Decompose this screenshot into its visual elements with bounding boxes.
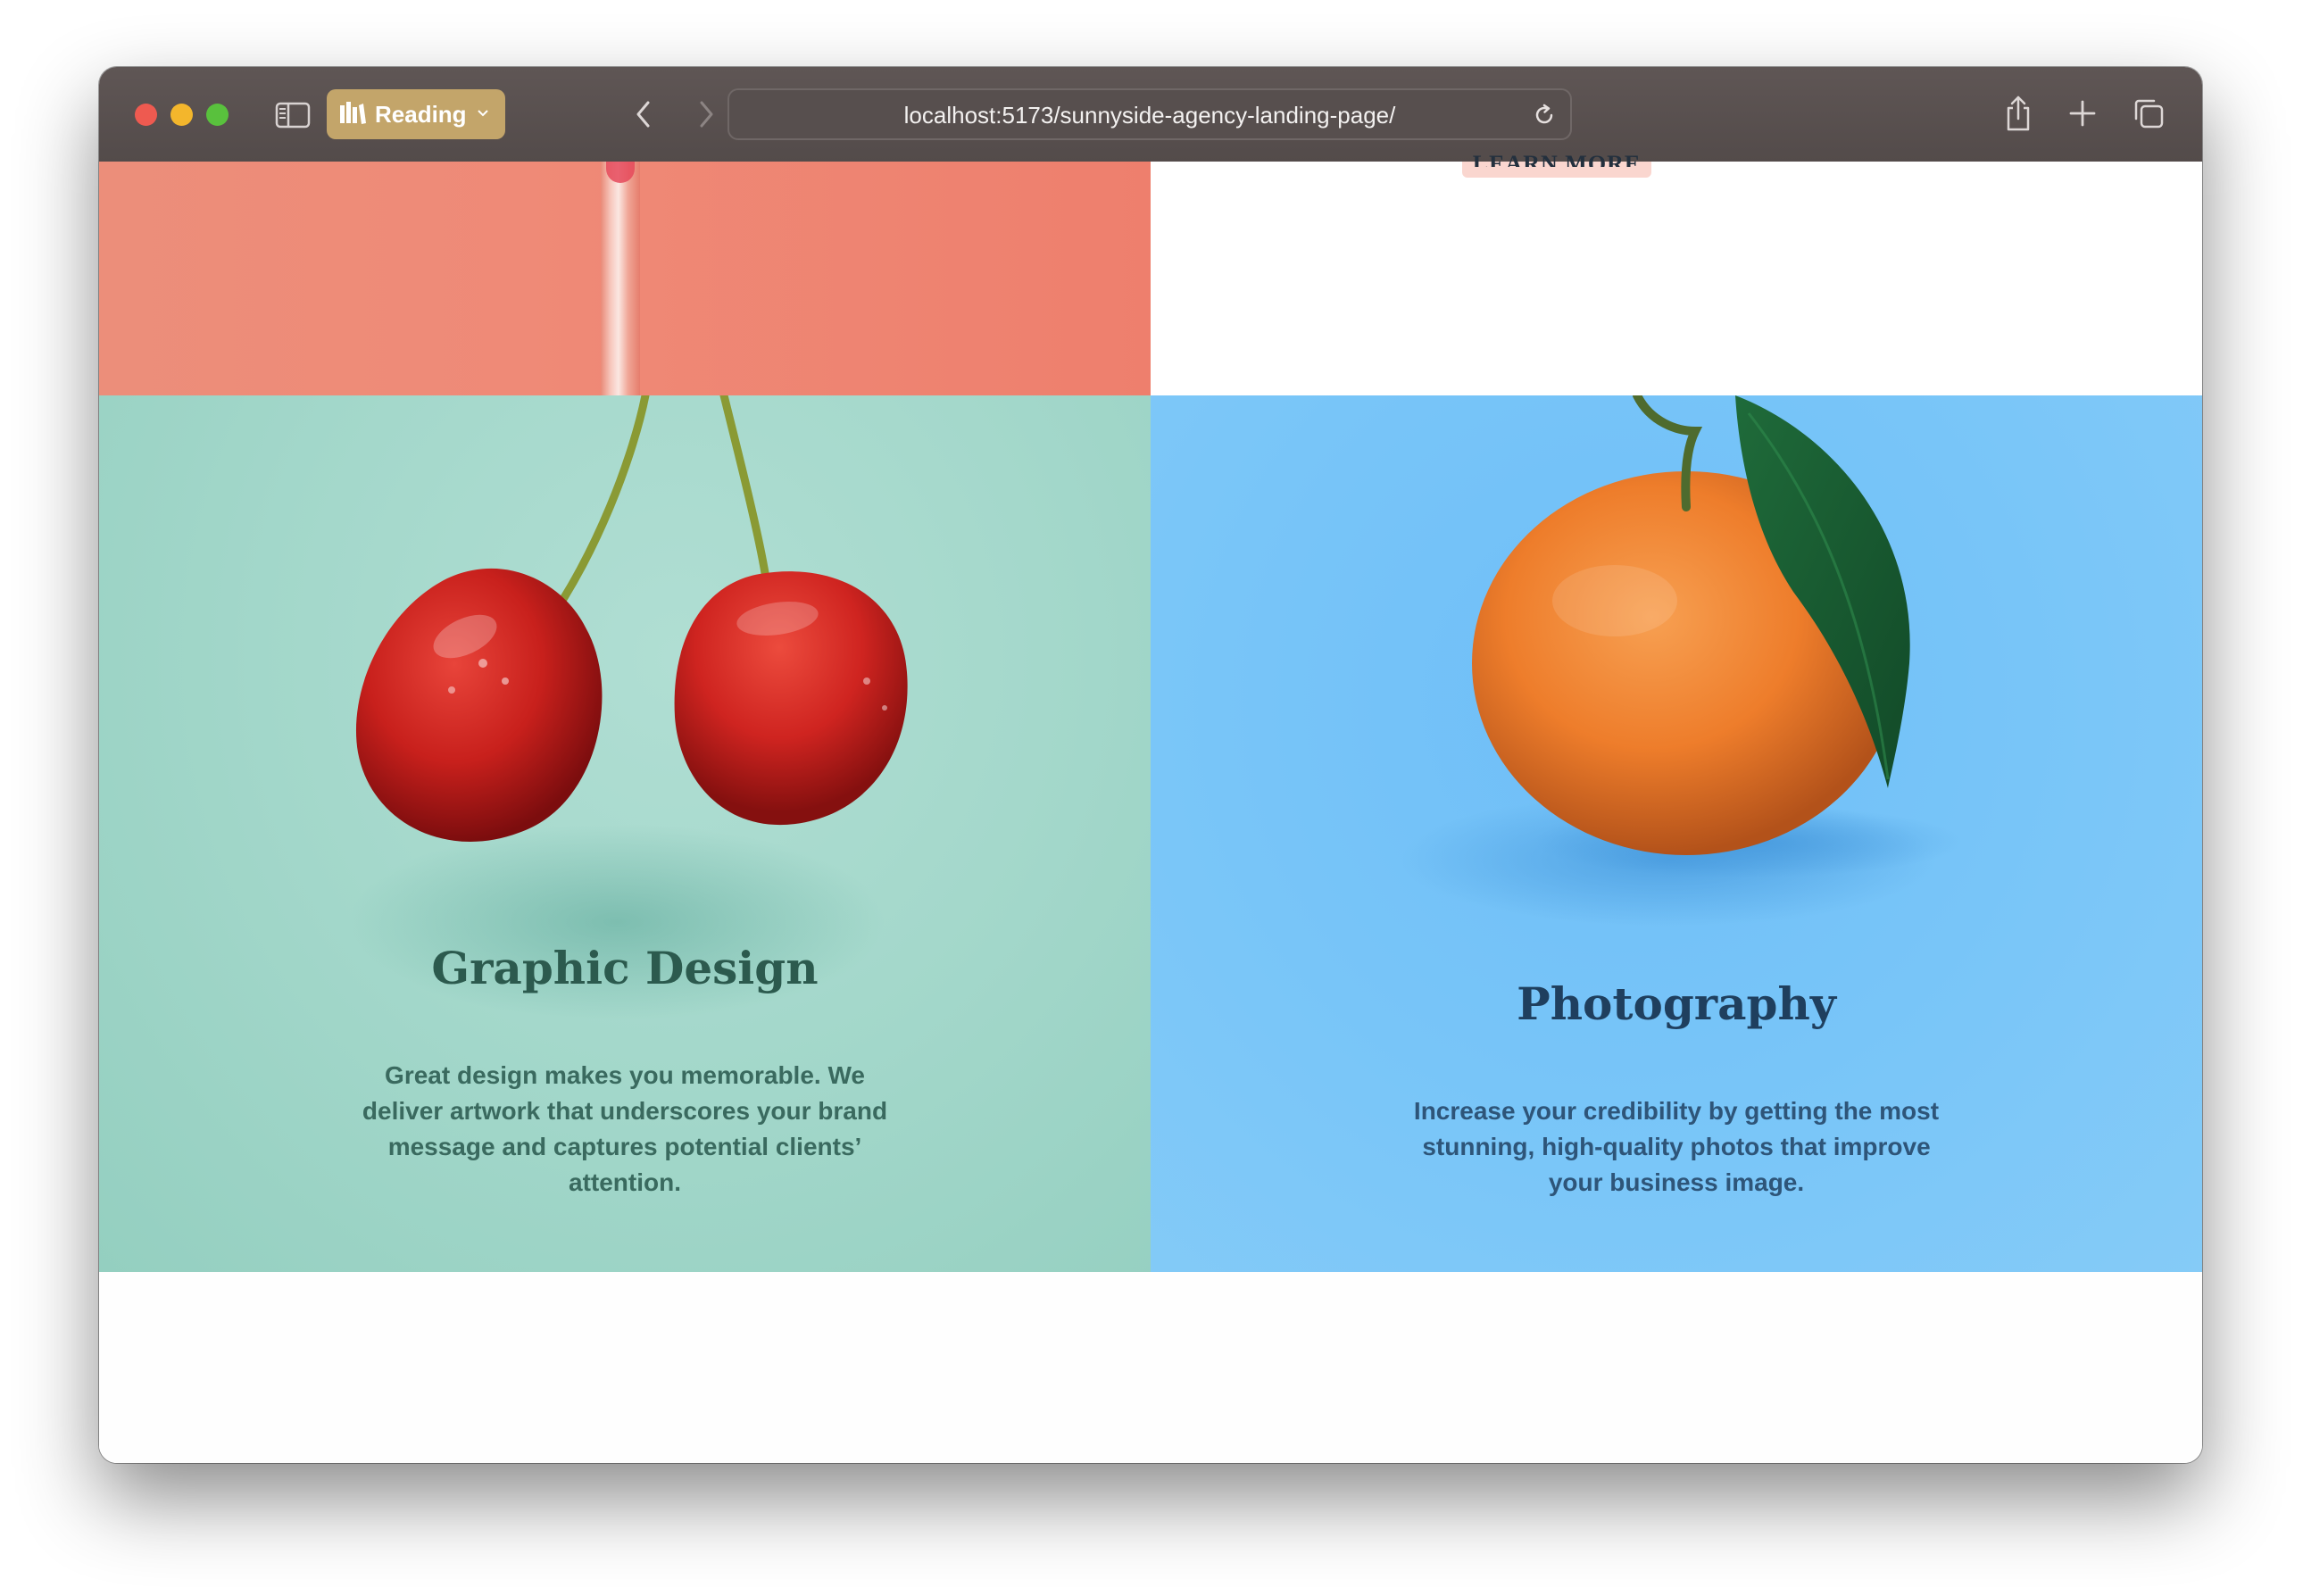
- salmon-image-tile: [99, 162, 1151, 395]
- learn-more-panel: [1151, 162, 2202, 395]
- share-icon[interactable]: [1999, 90, 2038, 137]
- reading-list-icon: [339, 100, 366, 129]
- graphic-design-title: Graphic Design: [431, 942, 819, 994]
- close-window-button[interactable]: [135, 104, 157, 126]
- minimize-window-button[interactable]: [170, 104, 193, 126]
- page-content: LEARN MORE Graphic Design Great design m…: [99, 153, 2202, 1463]
- chevron-down-icon: [476, 106, 490, 122]
- reader-mode-label: Reading: [375, 100, 467, 128]
- learn-more-link[interactable]: LEARN MORE: [1462, 153, 1651, 167]
- photography-description: Increase your credibility by getting the…: [1413, 1097, 1940, 1196]
- browser-window: Reading localhost:5173/sunnyside-agency-…: [99, 67, 2202, 1463]
- reader-mode-button[interactable]: Reading: [327, 89, 505, 139]
- zoom-window-button[interactable]: [206, 104, 229, 126]
- address-bar[interactable]: localhost:5173/sunnyside-agency-landing-…: [727, 88, 1572, 140]
- sidebar-icon[interactable]: [273, 97, 312, 133]
- graphic-design-card: Graphic Design Great design makes you me…: [99, 395, 1151, 1272]
- graphic-design-description: Great design makes you memorable. We del…: [362, 1061, 888, 1196]
- plus-icon[interactable]: [2063, 94, 2102, 133]
- next-section-background: [99, 1272, 2202, 1463]
- photography-title: Photography: [1517, 977, 1836, 1030]
- browser-toolbar: Reading localhost:5173/sunnyside-agency-…: [99, 67, 2202, 162]
- forward-icon[interactable]: [688, 94, 724, 135]
- reload-icon[interactable]: [1529, 100, 1559, 130]
- tabs-icon[interactable]: [2129, 94, 2168, 133]
- straw-image: [601, 162, 640, 395]
- back-icon[interactable]: [626, 94, 661, 135]
- url-text: localhost:5173/sunnyside-agency-landing-…: [903, 102, 1396, 129]
- photography-card: Photography Increase your credibility by…: [1151, 395, 2202, 1272]
